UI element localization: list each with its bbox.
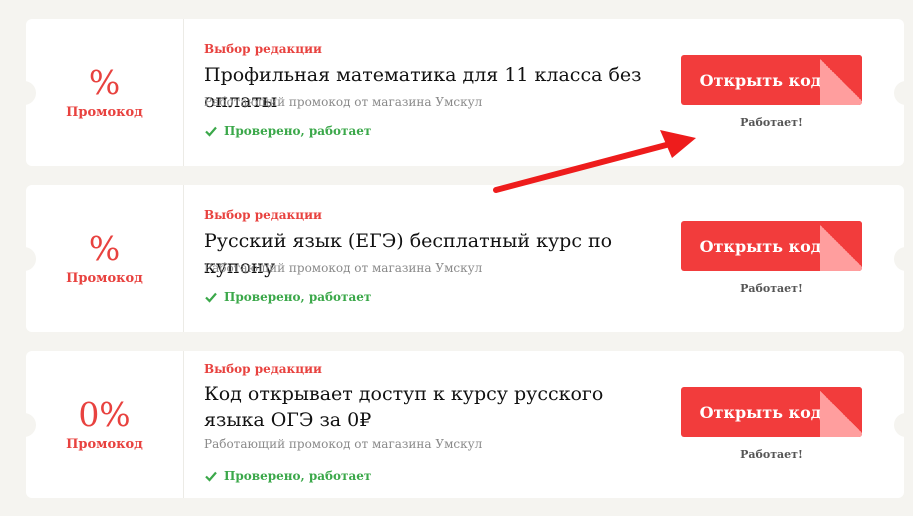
open-code-button-label: Открыть код: [699, 70, 822, 90]
coupon-title[interactable]: Код открывает доступ к курсу русского яз…: [204, 381, 654, 433]
verified-text: Проверено, работает: [224, 290, 372, 304]
coupon-list: % Промокод Выбор редакции Профильная мат…: [0, 0, 913, 516]
coupon-action: Открыть код Работает!: [674, 19, 904, 166]
coupon-card: % Промокод Выбор редакции Профильная мат…: [12, 19, 913, 166]
button-fold-corner: [820, 55, 862, 105]
shop-description: Работающий промокод от магазина Умскул: [204, 437, 483, 451]
editor-choice-badge: Выбор редакции: [204, 208, 322, 222]
button-fold-corner: [820, 387, 862, 437]
open-code-button-label: Открыть код: [699, 236, 822, 256]
works-status: Работает!: [740, 282, 803, 295]
editor-choice-badge: Выбор редакции: [204, 42, 322, 56]
open-code-button[interactable]: Открыть код: [681, 387, 862, 437]
open-code-button[interactable]: Открыть код: [681, 221, 862, 271]
works-status: Работает!: [740, 116, 803, 129]
verified-status: Проверено, работает: [204, 124, 371, 138]
discount-value: %: [88, 63, 121, 102]
coupon-action: Открыть код Работает!: [674, 351, 904, 498]
discount-type-label: Промокод: [66, 271, 143, 286]
button-fold-corner: [820, 221, 862, 271]
coupon-discount-block: 0% Промокод: [26, 351, 184, 498]
coupon-info: Выбор редакции Русский язык (ЕГЭ) беспла…: [184, 185, 674, 332]
editor-choice-badge: Выбор редакции: [204, 362, 322, 376]
verified-text: Проверено, работает: [224, 124, 372, 138]
open-code-button-label: Открыть код: [699, 402, 822, 422]
coupon-info: Выбор редакции Код открывает доступ к ку…: [184, 351, 674, 498]
discount-type-label: Промокод: [66, 437, 143, 452]
verified-status: Проверено, работает: [204, 290, 371, 304]
coupon-card: 0% Промокод Выбор редакции Код открывает…: [12, 351, 913, 498]
shop-description: Работающий промокод от магазина Умскул: [204, 95, 483, 109]
shop-description: Работающий промокод от магазина Умскул: [204, 261, 483, 275]
red-arrow-icon: [493, 130, 696, 193]
coupon-discount-block: % Промокод: [26, 19, 184, 166]
verified-status: Проверено, работает: [204, 469, 371, 483]
check-icon: [205, 126, 217, 137]
coupon-card: % Промокод Выбор редакции Русский язык (…: [12, 185, 913, 332]
discount-value: 0%: [78, 395, 131, 434]
check-icon: [205, 471, 217, 482]
open-code-button[interactable]: Открыть код: [681, 55, 862, 105]
coupon-action: Открыть код Работает!: [674, 185, 904, 332]
verified-text: Проверено, работает: [224, 469, 372, 483]
check-icon: [205, 292, 217, 303]
coupon-discount-block: % Промокод: [26, 185, 184, 332]
works-status: Работает!: [740, 448, 803, 461]
discount-value: %: [88, 229, 121, 268]
discount-type-label: Промокод: [66, 105, 143, 120]
